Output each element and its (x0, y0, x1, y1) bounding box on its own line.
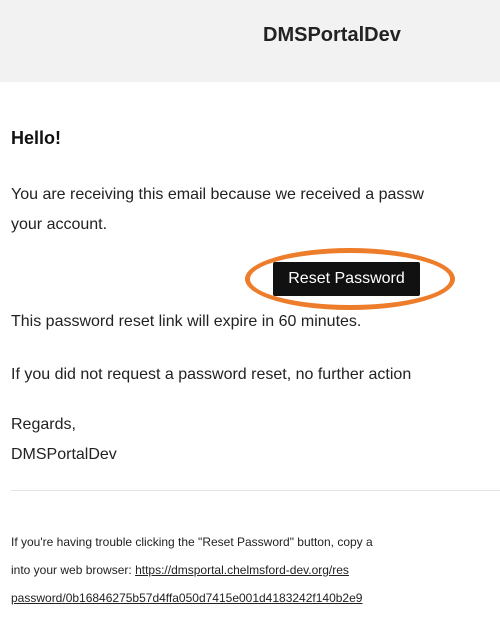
intro-line-2: your account. (11, 216, 108, 233)
trouble-text: If you're having trouble clicking the "R… (11, 535, 373, 549)
expire-text: This password reset link will expire in … (11, 313, 362, 330)
browser-instruction: into your web browser: https://dmsportal… (11, 556, 349, 584)
reset-link[interactable]: https://dmsportal.chelmsford-dev.org/res (135, 563, 349, 577)
regards-text: Regards, (11, 416, 76, 433)
reset-link-part-2[interactable]: password/0b16846275b57d4ffa050d7415e001d… (11, 591, 362, 605)
email-page: DMSPortalDev Hello! You are receiving th… (0, 0, 500, 620)
regards-block: Regards, DMSPortalDev (11, 410, 117, 470)
divider (11, 490, 500, 491)
reset-password-button[interactable]: Reset Password (273, 262, 420, 296)
browser-instruction-prefix: into your web browser: (11, 563, 136, 577)
reset-link-continued: password/0b16846275b57d4ffa050d7415e001d… (11, 584, 362, 612)
greeting-heading: Hello! (11, 128, 62, 148)
email-header: DMSPortalDev (0, 0, 500, 82)
header-title: DMSPortalDev (263, 24, 401, 46)
signature-text: DMSPortalDev (11, 446, 117, 463)
intro-paragraph: You are receiving this email because we … (11, 180, 424, 240)
intro-line-1: You are receiving this email because we … (11, 186, 424, 203)
no-action-text: If you did not request a password reset,… (11, 366, 412, 383)
